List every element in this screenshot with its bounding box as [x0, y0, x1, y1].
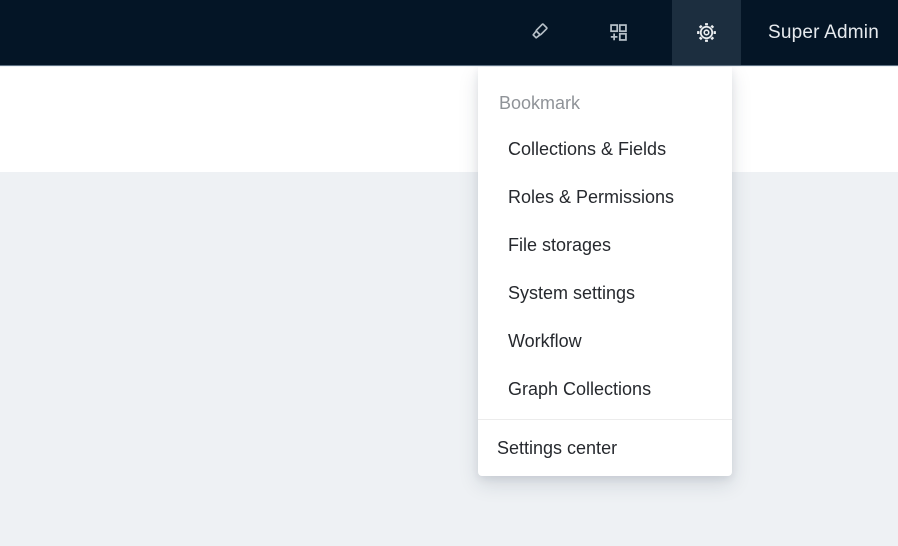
bookmark-menu-group: Bookmark Collections & Fields Roles & Pe…: [478, 67, 732, 419]
ui-editor-button[interactable]: [506, 0, 570, 65]
user-menu[interactable]: Super Admin: [741, 0, 898, 65]
highlighter-icon: [526, 20, 551, 45]
plugin-manager-button[interactable]: [586, 0, 650, 65]
menu-item-roles-and-permissions[interactable]: Roles & Permissions: [478, 173, 732, 221]
menu-group-title-bookmark: Bookmark: [478, 81, 732, 125]
menu-item-settings-center[interactable]: Settings center: [478, 420, 732, 476]
gear-icon: [695, 21, 718, 44]
top-navigation-bar: Super Admin: [0, 0, 898, 66]
settings-button[interactable]: [672, 0, 741, 65]
menu-item-workflow[interactable]: Workflow: [478, 317, 732, 365]
page-background: [0, 172, 898, 546]
menu-item-file-storages[interactable]: File storages: [478, 221, 732, 269]
settings-dropdown-menu: Bookmark Collections & Fields Roles & Pe…: [478, 67, 732, 476]
grid-plus-icon: [608, 22, 629, 43]
menu-item-graph-collections[interactable]: Graph Collections: [478, 365, 732, 413]
menu-item-collections-and-fields[interactable]: Collections & Fields: [478, 125, 732, 173]
menu-item-system-settings[interactable]: System settings: [478, 269, 732, 317]
page-header-band: [0, 67, 898, 172]
